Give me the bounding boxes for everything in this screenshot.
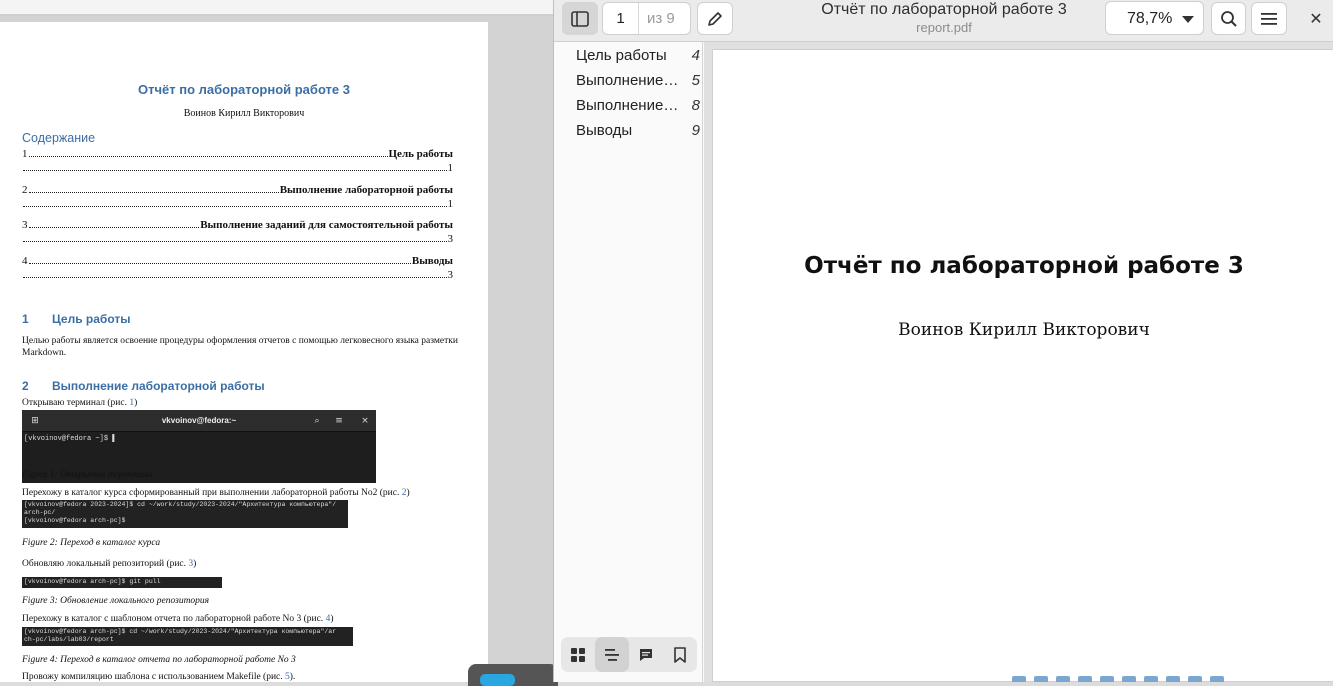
tray-icon[interactable] bbox=[1166, 676, 1180, 682]
toc-entry[interactable]: 2 Выполнение лабораторной работы 1 bbox=[22, 184, 453, 214]
tray-icon[interactable] bbox=[1122, 676, 1136, 682]
tray-icon[interactable] bbox=[1012, 676, 1026, 682]
toc-num: 4 bbox=[22, 255, 28, 267]
background-document-page: Отчёт по лабораторной работе 3 Воинов Ки… bbox=[0, 22, 488, 682]
sidebar-view-switcher bbox=[561, 637, 697, 672]
figure-caption: Figure 1: Открытие терминала bbox=[22, 470, 153, 480]
toc-label: Цель работы bbox=[388, 148, 454, 160]
page-heading: Отчёт по лабораторной работе 3 bbox=[804, 253, 1244, 279]
terminal-screenshot-header: ⊞ vkvoinov@fedora:~ ⌕ ≡ × bbox=[22, 410, 376, 432]
outline-sidebar: Цель работы 4 Выполнение … 5 Выполнение … 8… bbox=[554, 42, 703, 682]
toc-label: Выводы bbox=[411, 255, 453, 267]
tab-annotations[interactable] bbox=[629, 637, 663, 672]
toc-page: 1 bbox=[447, 198, 454, 210]
doc-author: Воинов Кирилл Викторович bbox=[183, 108, 305, 119]
zoom-dropdown[interactable]: 78,7% bbox=[1105, 1, 1204, 35]
paragraph: Целью работы является освоение процедуры… bbox=[22, 336, 458, 358]
page-total: из 9 bbox=[647, 10, 675, 27]
chevron-down-icon bbox=[1182, 16, 1194, 23]
outline-page: 9 bbox=[691, 122, 700, 139]
outline-item[interactable]: Выполнение … 8 bbox=[576, 94, 700, 116]
bookmark-icon bbox=[674, 646, 686, 663]
toc-label: Выполнение лабораторной работы bbox=[279, 184, 453, 196]
outline-page: 5 bbox=[691, 72, 700, 89]
tray-icon[interactable] bbox=[1188, 676, 1202, 682]
search-icon: ⌕ bbox=[314, 416, 320, 426]
paragraph: Перехожу в каталог курса сформированный … bbox=[22, 488, 410, 498]
tab-outline[interactable] bbox=[595, 637, 629, 672]
outline-page: 4 bbox=[691, 47, 700, 64]
pdf-page[interactable]: Отчёт по лабораторной работе 3 Воинов Ки… bbox=[712, 49, 1333, 682]
paragraph: Перехожу в каталог с шаблоном отчета по … bbox=[22, 614, 334, 624]
terminal-screenshot: [vkvoinov@fedora arch-pc]$ git pull bbox=[22, 577, 222, 588]
sidebar-toggle-button[interactable] bbox=[562, 2, 598, 35]
header-bar: из 9 Отчёт по лабораторной работе 3 repo… bbox=[554, 0, 1333, 42]
figure-caption: Figure 2: Переход в каталог курса bbox=[22, 538, 161, 548]
doc-title: Отчёт по лабораторной работе 3 bbox=[138, 82, 350, 97]
tray-icon[interactable] bbox=[1056, 676, 1070, 682]
toc-label: Выполнение заданий для самостоятельной р… bbox=[200, 219, 453, 231]
contents-heading: Содержание bbox=[22, 131, 96, 145]
grid-icon bbox=[571, 647, 585, 662]
close-button[interactable]: ✕ bbox=[1300, 2, 1332, 35]
sidebar-toggle-icon bbox=[571, 10, 589, 27]
window-title: Отчёт по лабораторной работе 3 bbox=[821, 1, 1067, 18]
paragraph: Открываю терминал (рис. 1) bbox=[22, 398, 138, 408]
desktop: Отчёт по лабораторной работе 3 Воинов Ки… bbox=[0, 0, 1333, 686]
close-icon: × bbox=[361, 416, 369, 426]
page-author: Воинов Кирилл Викторович bbox=[898, 320, 1150, 340]
toc-num: 2 bbox=[22, 184, 28, 196]
background-window-top-strip bbox=[0, 0, 553, 16]
page-number-input[interactable] bbox=[603, 3, 639, 34]
taskbar-tray bbox=[1012, 676, 1262, 682]
tray-icon[interactable] bbox=[1100, 676, 1114, 682]
search-button[interactable] bbox=[1211, 2, 1246, 35]
menu-icon: ≡ bbox=[335, 416, 343, 426]
toc-entry[interactable]: 4 Выводы 3 bbox=[22, 255, 453, 285]
page-selector: из 9 bbox=[602, 2, 691, 35]
tab-thumbnails[interactable] bbox=[561, 637, 595, 672]
toc-page: 3 bbox=[447, 269, 454, 281]
figure-caption: Figure 3: Обновление локального репозито… bbox=[22, 596, 210, 606]
pdf-viewer-window: из 9 Отчёт по лабораторной работе 3 repo… bbox=[553, 0, 1333, 682]
outline-icon bbox=[605, 648, 619, 661]
toc-page: 3 bbox=[447, 233, 454, 245]
section-heading: 2 Выполнение лабораторной работы bbox=[22, 379, 265, 393]
outline-label: Цель работы bbox=[576, 47, 667, 64]
toc-num: 1 bbox=[22, 148, 28, 160]
outline-item[interactable]: Выполнение … 5 bbox=[576, 69, 700, 91]
paragraph: Провожу компиляцию шаблона с использован… bbox=[22, 672, 296, 682]
toc-entry[interactable]: 1 Цель работы 1 bbox=[22, 148, 453, 178]
pencil-icon bbox=[708, 11, 722, 26]
outline-label: Выводы bbox=[576, 122, 633, 139]
main-menu-button[interactable] bbox=[1251, 2, 1287, 35]
tray-icon[interactable] bbox=[1144, 676, 1158, 682]
outline-item[interactable]: Выводы 9 bbox=[576, 119, 700, 141]
section-heading: 1 Цель работы bbox=[22, 312, 131, 326]
window-subtitle-filename: report.pdf bbox=[916, 20, 972, 35]
outline-page: 8 bbox=[691, 97, 700, 114]
figure-caption: Figure 4: Переход в каталог отчета по ла… bbox=[22, 655, 296, 665]
tray-icon[interactable] bbox=[1034, 676, 1048, 682]
close-icon: ✕ bbox=[1309, 9, 1323, 28]
toc-page: 1 bbox=[447, 162, 454, 174]
toc-num: 3 bbox=[22, 219, 28, 231]
tray-icon[interactable] bbox=[1078, 676, 1092, 682]
tab-bookmarks[interactable] bbox=[663, 637, 697, 672]
outline-label: Выполнение … bbox=[576, 72, 680, 89]
outline-label: Выполнение … bbox=[576, 97, 680, 114]
toc-entry[interactable]: 3 Выполнение заданий для самостоятельной … bbox=[22, 219, 453, 249]
paragraph: Обновляю локальный репозиторий (рис. 3) bbox=[22, 559, 197, 569]
search-icon bbox=[1220, 10, 1237, 27]
terminal-screenshot: [vkvoinov@fedora 2023-2024]$ cd ~/work/s… bbox=[22, 500, 348, 528]
document-canvas[interactable]: Отчёт по лабораторной работе 3 Воинов Ки… bbox=[704, 42, 1333, 682]
annotate-button[interactable] bbox=[697, 2, 733, 35]
zoom-level: 78,7% bbox=[1127, 10, 1173, 27]
outline-item[interactable]: Цель работы 4 bbox=[576, 44, 700, 66]
hamburger-menu-icon bbox=[1261, 12, 1277, 25]
comment-icon bbox=[640, 648, 652, 661]
tray-icon[interactable] bbox=[1210, 676, 1224, 682]
terminal-screenshot: [vkvoinov@fedora arch-pc]$ cd ~/work/stu… bbox=[22, 627, 353, 646]
taskbar-app-icon[interactable] bbox=[480, 674, 515, 686]
